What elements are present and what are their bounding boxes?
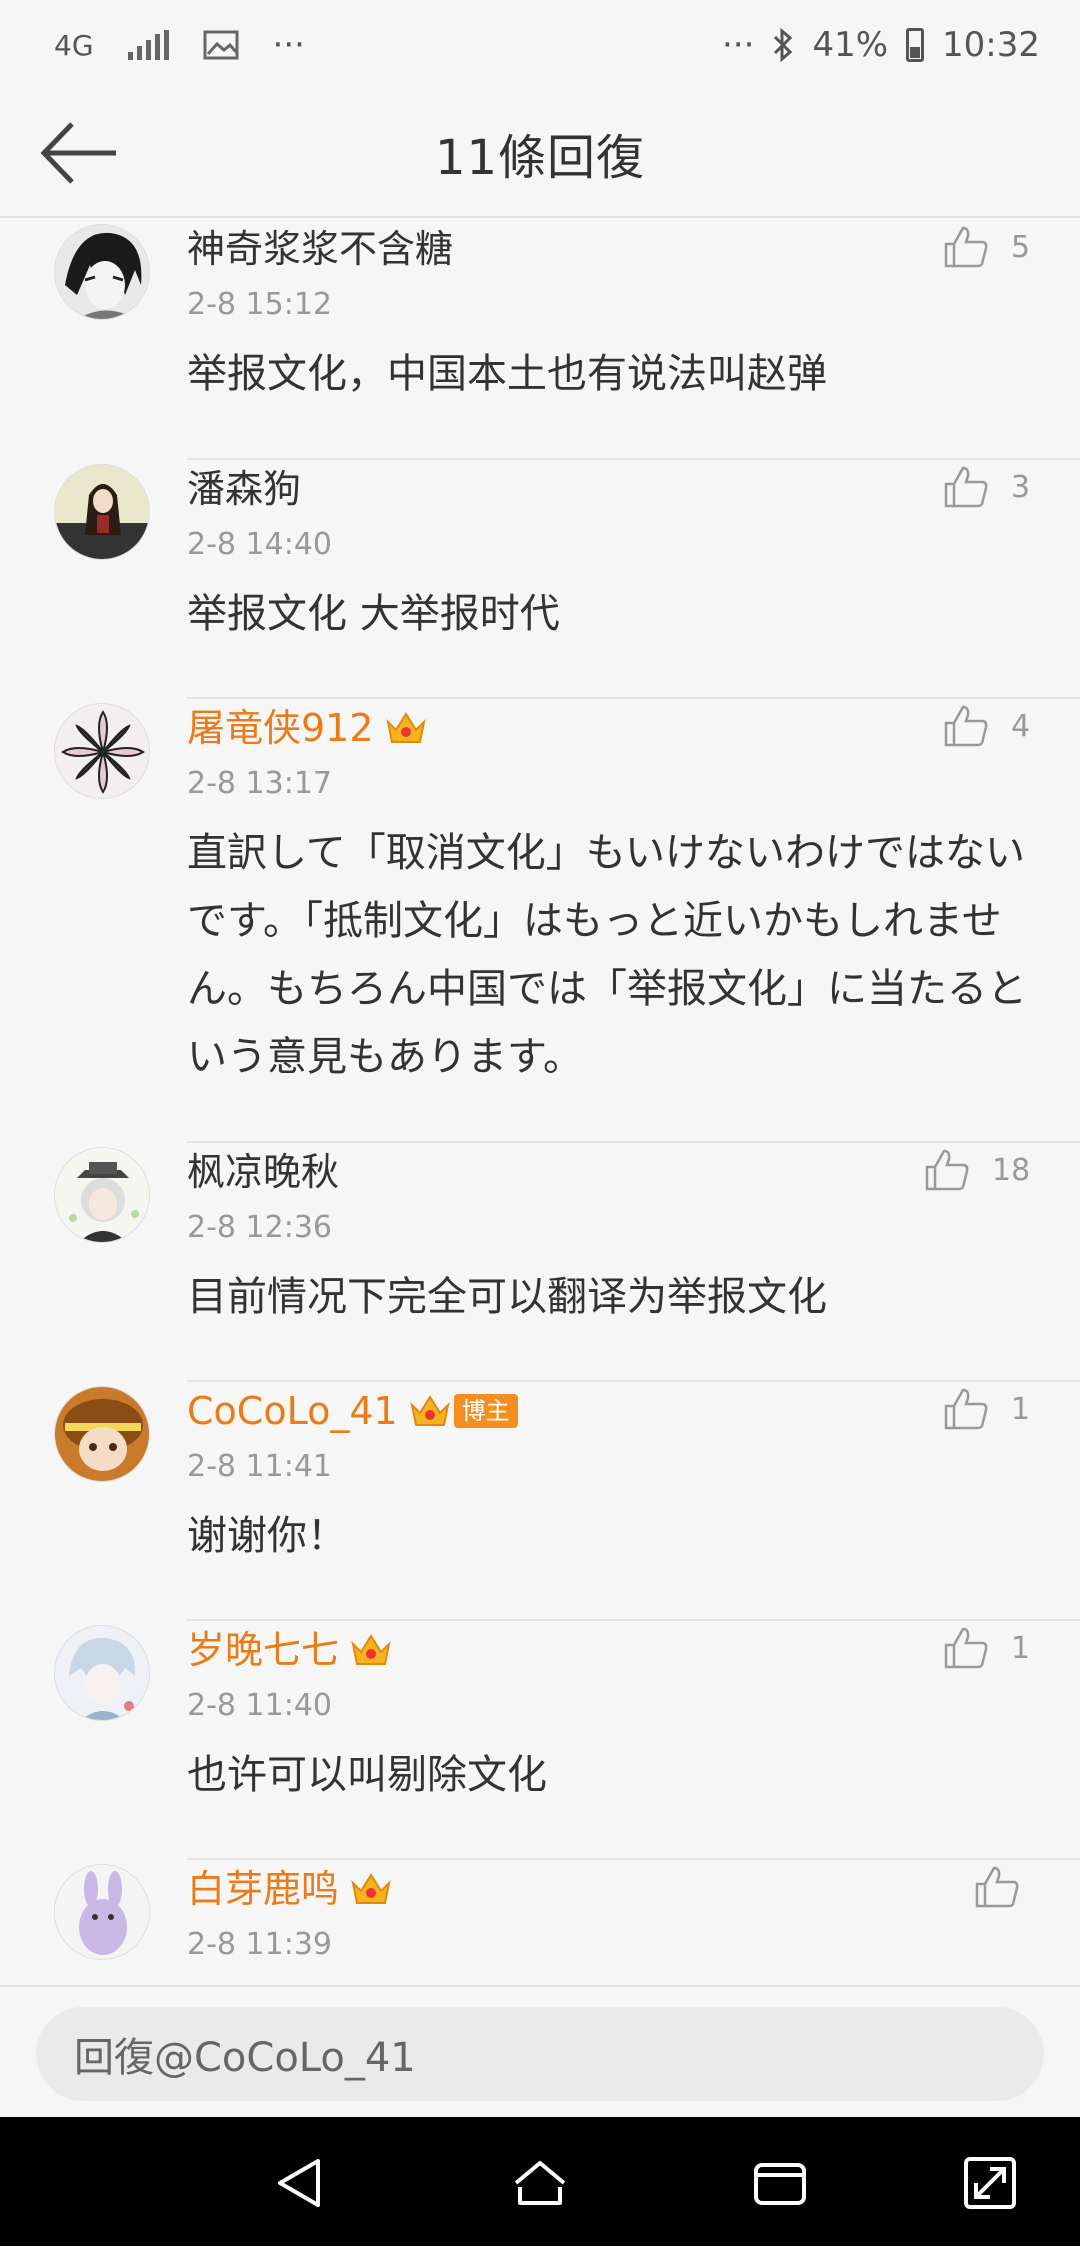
- like-count: 4: [1011, 708, 1031, 744]
- reply-input[interactable]: 回復@CoCoLo_41: [36, 2007, 1044, 2101]
- avatar[interactable]: [54, 224, 150, 320]
- network-indicator: 4G: [54, 28, 94, 62]
- comment-list[interactable]: 神奇浆浆不含糖 2-8 15:12 举报文化，中国本土也有说法叫赵弹 5 潘森狗…: [0, 220, 1080, 1985]
- avatar[interactable]: [54, 1147, 150, 1243]
- like-button[interactable]: 5: [943, 224, 1030, 270]
- author-name: 岁晚七七: [187, 1628, 340, 1672]
- avatar[interactable]: [54, 1386, 150, 1482]
- comment-time: 2-8 11:41: [187, 1449, 332, 1484]
- battery-percent: 41%: [812, 25, 889, 65]
- comment-time: 2-8 13:17: [187, 766, 332, 801]
- recent-apps-icon[interactable]: [750, 2153, 810, 2213]
- thumbs-up-icon: [944, 1627, 988, 1669]
- comment-item: 屠竜侠912 2-8 13:17 直訳して「取消文化」もいけないわけではないです…: [0, 699, 1080, 1143]
- like-count: 1: [1011, 1630, 1031, 1666]
- comment-text: 也许可以叫剔除文化: [187, 1752, 547, 1798]
- thumbs-up-icon: [944, 466, 988, 508]
- bluetooth-icon: [774, 27, 793, 63]
- comment-text: 举报文化 大举报时代: [187, 591, 560, 637]
- navigation-bar: [0, 2117, 1080, 2246]
- page-title: 11條回復: [434, 130, 646, 186]
- comment-item: 白芽鹿鸣 2-8 11:39: [0, 1860, 1080, 1985]
- like-button[interactable]: 1: [943, 1625, 1030, 1671]
- like-count: 5: [1011, 229, 1031, 265]
- comment-author[interactable]: CoCoLo_41 博主: [187, 1382, 1040, 1440]
- like-count: 3: [1011, 469, 1031, 505]
- like-button[interactable]: 3: [943, 464, 1030, 510]
- like-button[interactable]: 18: [924, 1147, 1030, 1193]
- like-button[interactable]: 1: [943, 1386, 1030, 1432]
- comment-time: 2-8 15:12: [187, 287, 332, 322]
- crown-badge-icon: [410, 1395, 450, 1426]
- header: 11條回復: [0, 90, 1080, 218]
- comment-author[interactable]: 屠竜侠912: [187, 699, 1040, 757]
- comment-text: 举报文化，中国本土也有说法叫赵弹: [187, 351, 827, 397]
- thumbs-up-icon: [944, 1388, 988, 1430]
- author-name: 屠竜侠912: [187, 706, 374, 750]
- comment-author[interactable]: 枫凉晚秋: [187, 1143, 1040, 1201]
- crown-badge-icon: [351, 1634, 391, 1665]
- comment-author[interactable]: 白芽鹿鸣: [187, 1860, 1040, 1918]
- comment-item: CoCoLo_41 博主 2-8 11:41 谢谢你！ 1: [0, 1382, 1080, 1621]
- like-button[interactable]: [974, 1864, 1020, 1910]
- avatar[interactable]: [54, 464, 150, 560]
- thumbs-up-icon: [944, 226, 988, 268]
- signal-icon: [127, 30, 169, 60]
- like-button[interactable]: 4: [943, 703, 1030, 749]
- comment-text: 直訳して「取消文化」もいけないわけではないです。「抵制文化」はもっと近いかもしれ…: [187, 830, 1027, 1080]
- author-name: CoCoLo_41: [187, 1389, 398, 1433]
- comment-text: 目前情况下完全可以翻译为举报文化: [187, 1274, 827, 1320]
- avatar[interactable]: [54, 1625, 150, 1721]
- crown-badge-icon: [351, 1873, 391, 1904]
- comment-item: 枫凉晚秋 2-8 12:36 目前情况下完全可以翻译为举报文化 18: [0, 1143, 1080, 1382]
- avatar[interactable]: [54, 1864, 150, 1960]
- comment-item: 岁晚七七 2-8 11:40 也许可以叫剔除文化 1: [0, 1621, 1080, 1860]
- comment-author[interactable]: 神奇浆浆不含糖: [187, 220, 1040, 278]
- comment-item: 潘森狗 2-8 14:40 举报文化 大举报时代 3: [0, 460, 1080, 699]
- reply-bar: 回復@CoCoLo_41: [0, 1985, 1080, 2117]
- more-notifications: ···: [272, 25, 305, 65]
- status-bar: 4G ··· ··· 41% 10:32: [0, 0, 1080, 90]
- comment-item: 神奇浆浆不含糖 2-8 15:12 举报文化，中国本土也有说法叫赵弹 5: [0, 220, 1080, 460]
- thumbs-up-icon: [944, 705, 988, 747]
- comment-time: 2-8 12:36: [187, 1210, 332, 1245]
- image-icon: [203, 30, 239, 60]
- like-count: 18: [992, 1152, 1031, 1188]
- avatar[interactable]: [54, 703, 150, 799]
- thumbs-up-icon: [925, 1149, 969, 1191]
- author-badge: 博主: [453, 1394, 518, 1428]
- comment-time: 2-8 11:39: [187, 1927, 332, 1962]
- comment-time: 2-8 11:40: [187, 1688, 332, 1723]
- author-name: 白芽鹿鸣: [187, 1867, 340, 1911]
- back-arrow-icon[interactable]: [40, 118, 120, 188]
- battery-icon: [906, 28, 925, 62]
- comment-time: 2-8 14:40: [187, 527, 332, 562]
- like-count: 1: [1011, 1391, 1031, 1427]
- back-nav-icon[interactable]: [270, 2153, 330, 2213]
- comment-author[interactable]: 岁晚七七: [187, 1621, 1040, 1679]
- crown-badge-icon: [385, 712, 426, 743]
- reply-placeholder: 回復@CoCoLo_41: [74, 2035, 416, 2081]
- home-nav-icon[interactable]: [510, 2153, 570, 2213]
- more-status: ···: [722, 25, 755, 65]
- clock: 10:32: [942, 25, 1040, 65]
- comment-text: 谢谢你！: [187, 1513, 347, 1559]
- comment-author[interactable]: 潘森狗: [187, 460, 1040, 518]
- thumbs-up-icon: [975, 1866, 1019, 1908]
- expand-screen-icon[interactable]: [960, 2153, 1020, 2213]
